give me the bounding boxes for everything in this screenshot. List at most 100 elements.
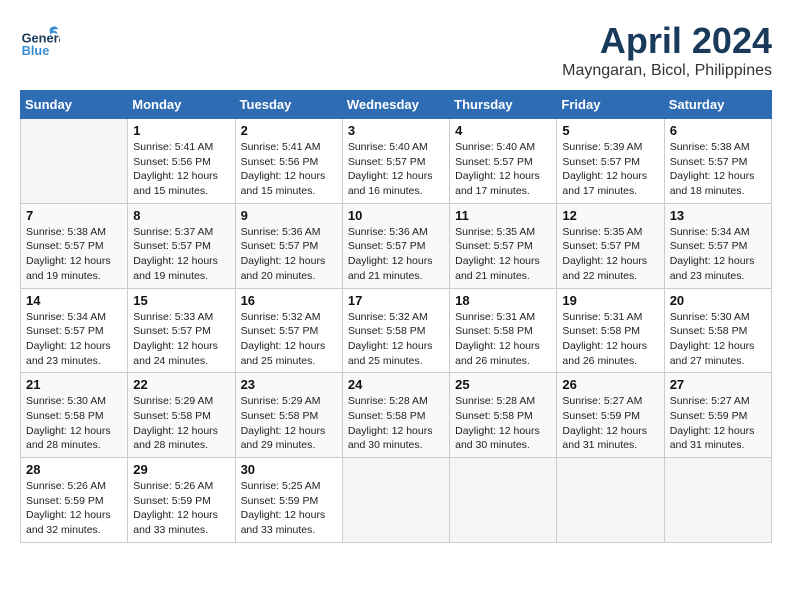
weekday-header: Friday bbox=[557, 91, 664, 119]
day-number: 18 bbox=[455, 293, 551, 308]
calendar-cell: 26 Sunrise: 5:27 AMSunset: 5:59 PMDayligh… bbox=[557, 373, 664, 458]
day-number: 17 bbox=[348, 293, 444, 308]
calendar-cell: 28Sunrise: 5:26 AMSunset: 5:59 PMDayligh… bbox=[21, 458, 128, 543]
cell-info: Sunrise: 5:39 AMSunset: 5:57 PMDaylight:… bbox=[562, 140, 658, 199]
day-number: 3 bbox=[348, 123, 444, 138]
calendar-cell: 19 Sunrise: 5:31 AMSunset: 5:58 PMDayligh… bbox=[557, 288, 664, 373]
calendar-cell: 3 Sunrise: 5:40 AMSunset: 5:57 PMDaylight… bbox=[342, 119, 449, 204]
calendar-cell: 20Sunrise: 5:30 AMSunset: 5:58 PMDayligh… bbox=[664, 288, 771, 373]
cell-info: Sunrise: 5:25 AMSunset: 5:59 PMDaylight:… bbox=[241, 479, 337, 538]
cell-info: Sunrise: 5:40 AMSunset: 5:57 PMDaylight:… bbox=[455, 140, 551, 199]
day-number: 24 bbox=[348, 377, 444, 392]
cell-info: Sunrise: 5:31 AMSunset: 5:58 PMDaylight:… bbox=[455, 310, 551, 369]
calendar: SundayMondayTuesdayWednesdayThursdayFrid… bbox=[20, 90, 772, 543]
title-area: April 2024 Mayngaran, Bicol, Philippines bbox=[562, 20, 772, 80]
calendar-cell: 22 Sunrise: 5:29 AMSunset: 5:58 PMDayligh… bbox=[128, 373, 235, 458]
day-number: 26 bbox=[562, 377, 658, 392]
day-number: 19 bbox=[562, 293, 658, 308]
cell-info: Sunrise: 5:38 AMSunset: 5:57 PMDaylight:… bbox=[670, 140, 766, 199]
cell-info: Sunrise: 5:41 AMSunset: 5:56 PMDaylight:… bbox=[241, 140, 337, 199]
cell-info: Sunrise: 5:34 AMSunset: 5:57 PMDaylight:… bbox=[670, 225, 766, 284]
calendar-week-row: 14 Sunrise: 5:34 AMSunset: 5:57 PMDayligh… bbox=[21, 288, 772, 373]
day-number: 5 bbox=[562, 123, 658, 138]
day-number: 29 bbox=[133, 462, 229, 477]
day-number: 10 bbox=[348, 208, 444, 223]
calendar-cell: 15Sunrise: 5:33 AMSunset: 5:57 PMDayligh… bbox=[128, 288, 235, 373]
day-number: 4 bbox=[455, 123, 551, 138]
calendar-cell: 8 Sunrise: 5:37 AMSunset: 5:57 PMDaylight… bbox=[128, 203, 235, 288]
cell-info: Sunrise: 5:32 AMSunset: 5:58 PMDaylight:… bbox=[348, 310, 444, 369]
cell-info: Sunrise: 5:35 AMSunset: 5:57 PMDaylight:… bbox=[562, 225, 658, 284]
calendar-cell: 6 Sunrise: 5:38 AMSunset: 5:57 PMDaylight… bbox=[664, 119, 771, 204]
logo-icon: General Blue bbox=[20, 20, 60, 60]
weekday-header: Thursday bbox=[450, 91, 557, 119]
calendar-cell: 1Sunrise: 5:41 AMSunset: 5:56 PMDaylight… bbox=[128, 119, 235, 204]
day-number: 27 bbox=[670, 377, 766, 392]
cell-info: Sunrise: 5:27 AMSunset: 5:59 PMDaylight:… bbox=[562, 394, 658, 453]
cell-info: Sunrise: 5:31 AMSunset: 5:58 PMDaylight:… bbox=[562, 310, 658, 369]
day-number: 25 bbox=[455, 377, 551, 392]
weekday-header: Tuesday bbox=[235, 91, 342, 119]
calendar-cell: 4 Sunrise: 5:40 AMSunset: 5:57 PMDaylight… bbox=[450, 119, 557, 204]
calendar-cell: 10 Sunrise: 5:36 AMSunset: 5:57 PMDayligh… bbox=[342, 203, 449, 288]
cell-info: Sunrise: 5:36 AMSunset: 5:57 PMDaylight:… bbox=[348, 225, 444, 284]
cell-info: Sunrise: 5:40 AMSunset: 5:57 PMDaylight:… bbox=[348, 140, 444, 199]
weekday-header: Sunday bbox=[21, 91, 128, 119]
day-number: 20 bbox=[670, 293, 766, 308]
calendar-cell bbox=[557, 458, 664, 543]
calendar-cell: 14 Sunrise: 5:34 AMSunset: 5:57 PMDayligh… bbox=[21, 288, 128, 373]
weekday-header: Wednesday bbox=[342, 91, 449, 119]
day-number: 6 bbox=[670, 123, 766, 138]
calendar-cell: 24Sunrise: 5:28 AMSunset: 5:58 PMDayligh… bbox=[342, 373, 449, 458]
location-title: Mayngaran, Bicol, Philippines bbox=[562, 62, 772, 80]
calendar-cell: 27 Sunrise: 5:27 AMSunset: 5:59 PMDayligh… bbox=[664, 373, 771, 458]
calendar-cell bbox=[21, 119, 128, 204]
calendar-cell: 17 Sunrise: 5:32 AMSunset: 5:58 PMDayligh… bbox=[342, 288, 449, 373]
calendar-cell: 25Sunrise: 5:28 AMSunset: 5:58 PMDayligh… bbox=[450, 373, 557, 458]
calendar-cell: 5 Sunrise: 5:39 AMSunset: 5:57 PMDaylight… bbox=[557, 119, 664, 204]
cell-info: Sunrise: 5:38 AMSunset: 5:57 PMDaylight:… bbox=[26, 225, 122, 284]
cell-info: Sunrise: 5:37 AMSunset: 5:57 PMDaylight:… bbox=[133, 225, 229, 284]
day-number: 15 bbox=[133, 293, 229, 308]
weekday-header-row: SundayMondayTuesdayWednesdayThursdayFrid… bbox=[21, 91, 772, 119]
logo: General Blue bbox=[20, 20, 64, 60]
day-number: 11 bbox=[455, 208, 551, 223]
calendar-cell: 23Sunrise: 5:29 AMSunset: 5:58 PMDayligh… bbox=[235, 373, 342, 458]
day-number: 21 bbox=[26, 377, 122, 392]
cell-info: Sunrise: 5:27 AMSunset: 5:59 PMDaylight:… bbox=[670, 394, 766, 453]
calendar-week-row: 7 Sunrise: 5:38 AMSunset: 5:57 PMDaylight… bbox=[21, 203, 772, 288]
day-number: 8 bbox=[133, 208, 229, 223]
svg-text:Blue: Blue bbox=[22, 43, 50, 58]
cell-info: Sunrise: 5:26 AMSunset: 5:59 PMDaylight:… bbox=[26, 479, 122, 538]
calendar-cell: 30 Sunrise: 5:25 AMSunset: 5:59 PMDayligh… bbox=[235, 458, 342, 543]
day-number: 22 bbox=[133, 377, 229, 392]
calendar-week-row: 1Sunrise: 5:41 AMSunset: 5:56 PMDaylight… bbox=[21, 119, 772, 204]
calendar-cell: 7 Sunrise: 5:38 AMSunset: 5:57 PMDaylight… bbox=[21, 203, 128, 288]
weekday-header: Monday bbox=[128, 91, 235, 119]
calendar-cell: 11 Sunrise: 5:35 AMSunset: 5:57 PMDayligh… bbox=[450, 203, 557, 288]
calendar-cell: 12Sunrise: 5:35 AMSunset: 5:57 PMDayligh… bbox=[557, 203, 664, 288]
calendar-cell: 18 Sunrise: 5:31 AMSunset: 5:58 PMDayligh… bbox=[450, 288, 557, 373]
cell-info: Sunrise: 5:36 AMSunset: 5:57 PMDaylight:… bbox=[241, 225, 337, 284]
cell-info: Sunrise: 5:29 AMSunset: 5:58 PMDaylight:… bbox=[241, 394, 337, 453]
cell-info: Sunrise: 5:29 AMSunset: 5:58 PMDaylight:… bbox=[133, 394, 229, 453]
calendar-cell bbox=[664, 458, 771, 543]
header: General Blue April 2024 Mayngaran, Bicol… bbox=[20, 20, 772, 80]
weekday-header: Saturday bbox=[664, 91, 771, 119]
day-number: 14 bbox=[26, 293, 122, 308]
month-title: April 2024 bbox=[562, 20, 772, 62]
calendar-cell bbox=[342, 458, 449, 543]
calendar-cell: 2 Sunrise: 5:41 AMSunset: 5:56 PMDaylight… bbox=[235, 119, 342, 204]
day-number: 7 bbox=[26, 208, 122, 223]
calendar-cell bbox=[450, 458, 557, 543]
day-number: 2 bbox=[241, 123, 337, 138]
cell-info: Sunrise: 5:26 AMSunset: 5:59 PMDaylight:… bbox=[133, 479, 229, 538]
calendar-cell: 13 Sunrise: 5:34 AMSunset: 5:57 PMDayligh… bbox=[664, 203, 771, 288]
cell-info: Sunrise: 5:34 AMSunset: 5:57 PMDaylight:… bbox=[26, 310, 122, 369]
calendar-cell: 21Sunrise: 5:30 AMSunset: 5:58 PMDayligh… bbox=[21, 373, 128, 458]
day-number: 30 bbox=[241, 462, 337, 477]
day-number: 13 bbox=[670, 208, 766, 223]
calendar-week-row: 28Sunrise: 5:26 AMSunset: 5:59 PMDayligh… bbox=[21, 458, 772, 543]
day-number: 16 bbox=[241, 293, 337, 308]
cell-info: Sunrise: 5:35 AMSunset: 5:57 PMDaylight:… bbox=[455, 225, 551, 284]
